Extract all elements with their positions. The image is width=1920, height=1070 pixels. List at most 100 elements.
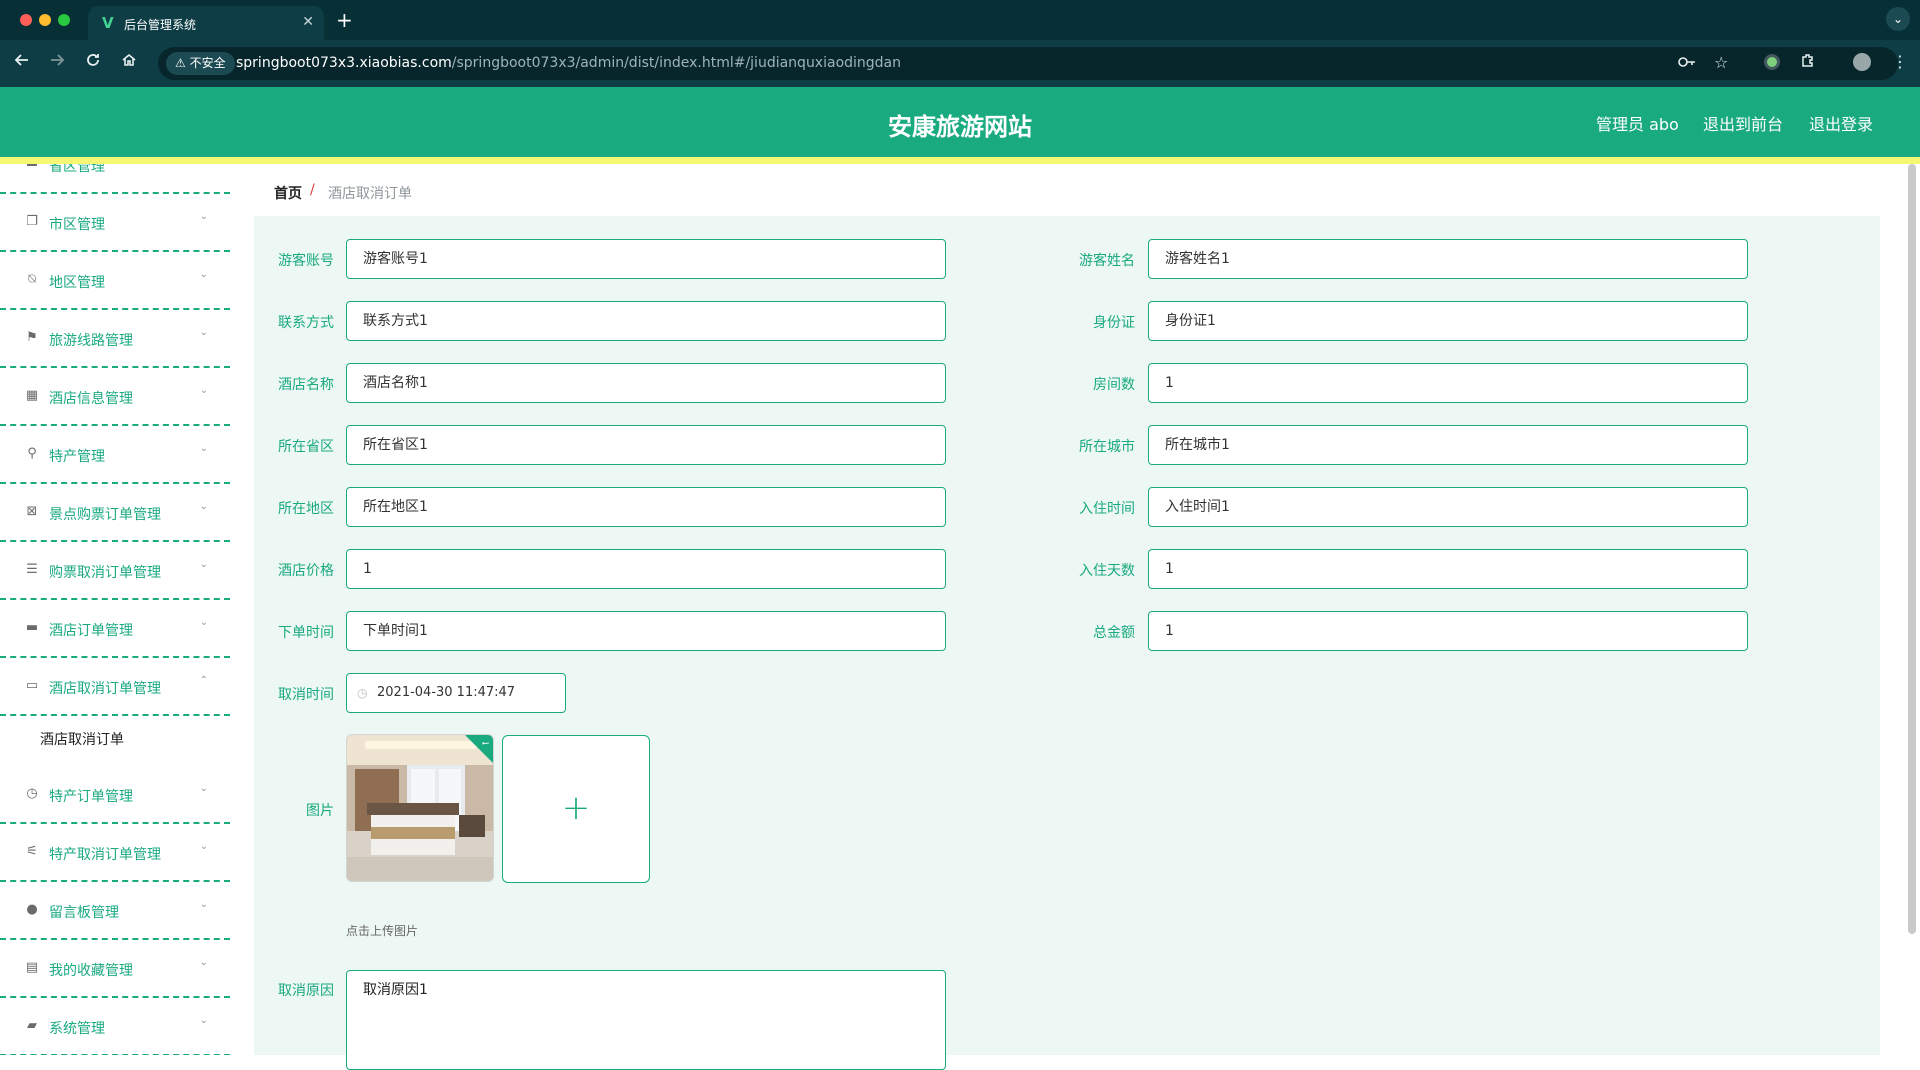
sidebar-item-11[interactable]: ● 留言板管理 ⌄ <box>0 882 230 940</box>
sidebar-item-10[interactable]: ⚟ 特产取消订单管理 ⌄ <box>0 824 230 882</box>
field-input[interactable]: 身份证1 <box>1148 301 1748 341</box>
back-icon[interactable] <box>14 52 30 73</box>
tab-search-icon[interactable]: ⌄ <box>1886 7 1910 31</box>
chevron-icon[interactable]: ⌄ <box>200 841 208 852</box>
sidebar-item-12[interactable]: ▤ 我的收藏管理 ⌄ <box>0 940 230 998</box>
chevron-icon[interactable]: ⌄ <box>200 327 208 338</box>
insecure-badge[interactable]: ⚠ 不安全 <box>166 52 235 75</box>
sidebar-item-province[interactable]: ▬ 省区管理 <box>0 164 230 194</box>
new-tab-icon[interactable]: + <box>336 8 353 32</box>
breadcrumb-home[interactable]: 首页 <box>274 183 302 203</box>
star-icon[interactable]: ☆ <box>1714 53 1728 72</box>
submenu-hotel-cancel-order[interactable]: 酒店取消订单 <box>40 729 124 749</box>
chevron-icon[interactable]: ⌄ <box>200 1015 208 1026</box>
maximize-window-button[interactable] <box>58 14 70 26</box>
sidebar-item-9[interactable]: ◷ 特产订单管理 ⌄ <box>0 766 230 824</box>
insecure-label: 不安全 <box>189 56 226 70</box>
field-input[interactable]: 1 <box>346 549 946 589</box>
close-tab-icon[interactable]: ✕ <box>302 14 314 30</box>
address-bar-row: ⚠ 不安全 springboot073x3.xiaobias.com/sprin… <box>0 40 1920 87</box>
chevron-icon[interactable]: ⌄ <box>200 783 208 794</box>
sidebar-item-label: 我的收藏管理 <box>49 963 133 979</box>
sidebar-item-label: 特产取消订单管理 <box>49 847 161 863</box>
logout-link[interactable]: 退出登录 <box>1809 111 1873 135</box>
sidebar-item-13[interactable]: ▰ 系统管理 ⌄ <box>0 998 230 1055</box>
sidebar-item-7[interactable]: ▬ 酒店订单管理 ⌄ <box>0 600 230 658</box>
forward-icon[interactable] <box>49 52 65 73</box>
field-input[interactable]: 游客姓名1 <box>1148 239 1748 279</box>
browser-menu-icon[interactable]: ⋮ <box>1892 52 1908 71</box>
field-input[interactable]: 联系方式1 <box>346 301 946 341</box>
sidebar-item-0[interactable]: ❐ 市区管理 ⌄ <box>0 194 230 252</box>
field-input[interactable]: 所在城市1 <box>1148 425 1748 465</box>
url-text[interactable]: springboot073x3.xiaobias.com/springboot0… <box>236 55 901 71</box>
field-input[interactable]: 所在省区1 <box>346 425 946 465</box>
chevron-icon[interactable]: ⌄ <box>200 501 208 512</box>
field-input[interactable]: 下单时间1 <box>346 611 946 651</box>
clock-icon: ◷ <box>26 786 38 801</box>
sidebar-item-5[interactable]: ⊠ 景点购票订单管理 ⌄ <box>0 484 230 542</box>
url-box[interactable]: ⚠ 不安全 springboot073x3.xiaobias.com/sprin… <box>158 47 1898 80</box>
extension-icon[interactable] <box>1764 54 1780 70</box>
chevron-icon[interactable]: ⌄ <box>200 385 208 396</box>
admin-user-label: 管理员 abo <box>1596 115 1679 134</box>
flag-icon: ⚑ <box>26 330 38 345</box>
tray-icon: ▭ <box>25 678 39 693</box>
chevron-icon[interactable]: ⌄ <box>200 899 208 910</box>
cancel-time-value: 2021-04-30 11:47:47 <box>377 685 516 700</box>
chevron-icon[interactable]: ⌄ <box>200 211 208 222</box>
field-input[interactable]: 酒店名称1 <box>346 363 946 403</box>
field-label: 酒店价格 <box>278 563 334 579</box>
field-input[interactable]: 1 <box>1148 363 1748 403</box>
partial-icon: ▬ <box>25 164 39 171</box>
upload-add-button[interactable]: + <box>502 735 650 883</box>
uploaded-image-thumbnail[interactable]: ✓ <box>346 734 494 882</box>
reload-icon[interactable] <box>85 52 101 73</box>
chevron-icon[interactable]: ⌄ <box>200 269 208 280</box>
field-input[interactable]: 入住时间1 <box>1148 487 1748 527</box>
sidebar-item-6[interactable]: ☰ 购票取消订单管理 ⌄ <box>0 542 230 600</box>
chevron-icon[interactable]: ⌄ <box>200 443 208 454</box>
bell-off-icon: ⍉ <box>28 272 36 287</box>
ticket-icon: ▰ <box>27 1018 37 1033</box>
sidebar-item-label: 系统管理 <box>49 1021 105 1037</box>
sidebar-item-label: 地区管理 <box>49 275 105 291</box>
sidebar-item-4[interactable]: ⚲ 特产管理 ⌄ <box>0 426 230 484</box>
key-icon[interactable] <box>1678 55 1696 73</box>
sidebar-item-2[interactable]: ⚑ 旅游线路管理 ⌄ <box>0 310 230 368</box>
sidebar-item-8[interactable]: ▭ 酒店取消订单管理 ⌃ <box>0 658 230 716</box>
plus-icon: + <box>561 788 591 828</box>
exit-to-front-link[interactable]: 退出到前台 <box>1703 111 1783 135</box>
sidebar-item-label: 省区管理 <box>49 164 105 175</box>
hotel-room-image <box>347 735 493 881</box>
document-icon: ▤ <box>25 960 39 975</box>
field-label: 游客姓名 <box>1079 253 1135 269</box>
minimize-window-button[interactable] <box>39 14 51 26</box>
field-label: 入住天数 <box>1079 563 1135 579</box>
sidebar-item-label: 酒店信息管理 <box>49 391 133 407</box>
field-input[interactable]: 1 <box>1148 549 1748 589</box>
field-input[interactable]: 所在地区1 <box>346 487 946 527</box>
cancel-time-picker[interactable]: ◷ 2021-04-30 11:47:47 <box>346 673 566 713</box>
page-scrollbar[interactable] <box>1908 164 1916 934</box>
sidebar-item-3[interactable]: ▦ 酒店信息管理 ⌄ <box>0 368 230 426</box>
sidebar-item-label: 景点购票订单管理 <box>49 507 161 523</box>
browser-tab[interactable]: V 后台管理系统 ✕ <box>88 6 324 40</box>
field-label: 联系方式 <box>278 315 334 331</box>
field-input[interactable]: 1 <box>1148 611 1748 651</box>
upload-hint: 点击上传图片 <box>346 924 419 938</box>
chevron-icon[interactable]: ⌄ <box>200 559 208 570</box>
close-window-button[interactable] <box>20 14 32 26</box>
extensions-icon[interactable] <box>1800 52 1816 73</box>
chevron-icon[interactable]: ⌄ <box>200 957 208 968</box>
home-icon[interactable] <box>121 52 137 73</box>
field-label: 酒店名称 <box>278 377 334 393</box>
sidebar-item-1[interactable]: ⍉ 地区管理 ⌄ <box>0 252 230 310</box>
profile-icon[interactable] <box>1853 53 1871 71</box>
cancel-reason-textarea[interactable]: 取消原因1 <box>346 970 946 1070</box>
clipboard-x-icon: ⊠ <box>26 504 38 519</box>
chevron-icon[interactable]: ⌃ <box>200 675 208 686</box>
chevron-icon[interactable]: ⌄ <box>200 617 208 628</box>
breadcrumb-current: 酒店取消订单 <box>328 186 412 202</box>
field-input[interactable]: 游客账号1 <box>346 239 946 279</box>
